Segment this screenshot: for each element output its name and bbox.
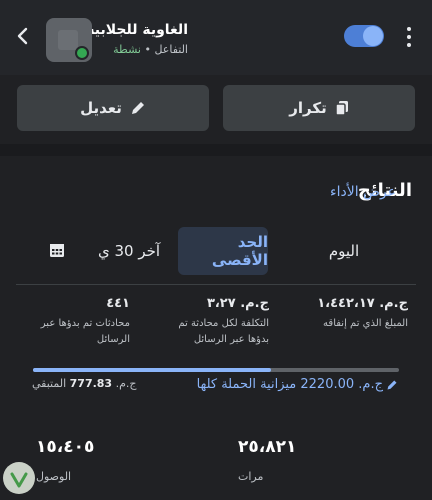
duplicate-label: تكرار	[289, 99, 327, 117]
campaign-budget-link[interactable]: ج.م. 2220.00 ميزانية الحملة كلها	[197, 377, 398, 392]
watermark-logo-icon	[3, 462, 35, 494]
segment-divider	[16, 284, 416, 285]
segment-last-30-days[interactable]: آخر 30 ي	[98, 227, 168, 275]
remaining-budget: ج.م. 777.83 المتبقي	[32, 377, 137, 390]
budget-progress-fill	[33, 368, 271, 372]
toggle-knob	[363, 26, 383, 46]
section-divider	[0, 144, 432, 156]
conversations-label: محادثات تم بدؤها عبر الرسائل	[40, 318, 130, 345]
duplicate-button[interactable]: تكرار	[223, 85, 415, 131]
reach-label: الوصول	[36, 470, 72, 483]
remaining-label: المتبقي	[32, 377, 67, 390]
impressions-value: ٢٥،٨٢١	[238, 437, 297, 457]
segment-today[interactable]: اليوم	[300, 227, 388, 275]
campaign-name: الغاوية للجلابية	[86, 22, 188, 38]
cost-per-conversation-label: التكلفة لكل محادثة تم بدؤها عبر الرسائل	[178, 318, 269, 345]
more-options-icon[interactable]	[400, 24, 418, 50]
edit-label: تعديل	[80, 99, 122, 117]
pencil-icon	[131, 102, 144, 114]
reach-value: ١٥،٤٠٥	[36, 437, 95, 457]
amount-spent-label: المبلغ الذي تم إنفاقه	[323, 318, 408, 329]
campaign-budget-text: ج.م. 2220.00 ميزانية الحملة كلها	[196, 377, 383, 392]
amount-spent-value: ج.م. ١،٤٤٢،١٧	[317, 296, 408, 311]
segment-maximum[interactable]: الحد الأقصى	[178, 227, 268, 275]
back-chevron-icon[interactable]	[14, 24, 32, 48]
cost-per-conversation-value: ج.م. ٣،٢٧	[206, 296, 269, 311]
campaign-status-toggle[interactable]	[344, 25, 384, 47]
campaign-objective: التفاعل	[154, 43, 188, 56]
meta-separator: •	[144, 43, 151, 56]
remaining-currency: ج.م.	[115, 377, 137, 390]
remaining-value: 777.83	[69, 377, 113, 390]
edit-button[interactable]: تعديل	[17, 85, 209, 131]
campaign-meta: التفاعل • نشطة	[113, 43, 188, 56]
edit-budget-pencil-icon	[387, 380, 397, 389]
copy-icon	[334, 101, 348, 116]
campaign-status: نشطة	[113, 43, 141, 56]
conversations-value: ٤٤١	[106, 296, 130, 311]
impressions-label: مرات	[238, 470, 264, 483]
view-performance-link[interactable]: عرض الأداء	[330, 184, 396, 200]
calendar-icon[interactable]	[48, 241, 66, 259]
active-status-dot	[75, 46, 89, 60]
